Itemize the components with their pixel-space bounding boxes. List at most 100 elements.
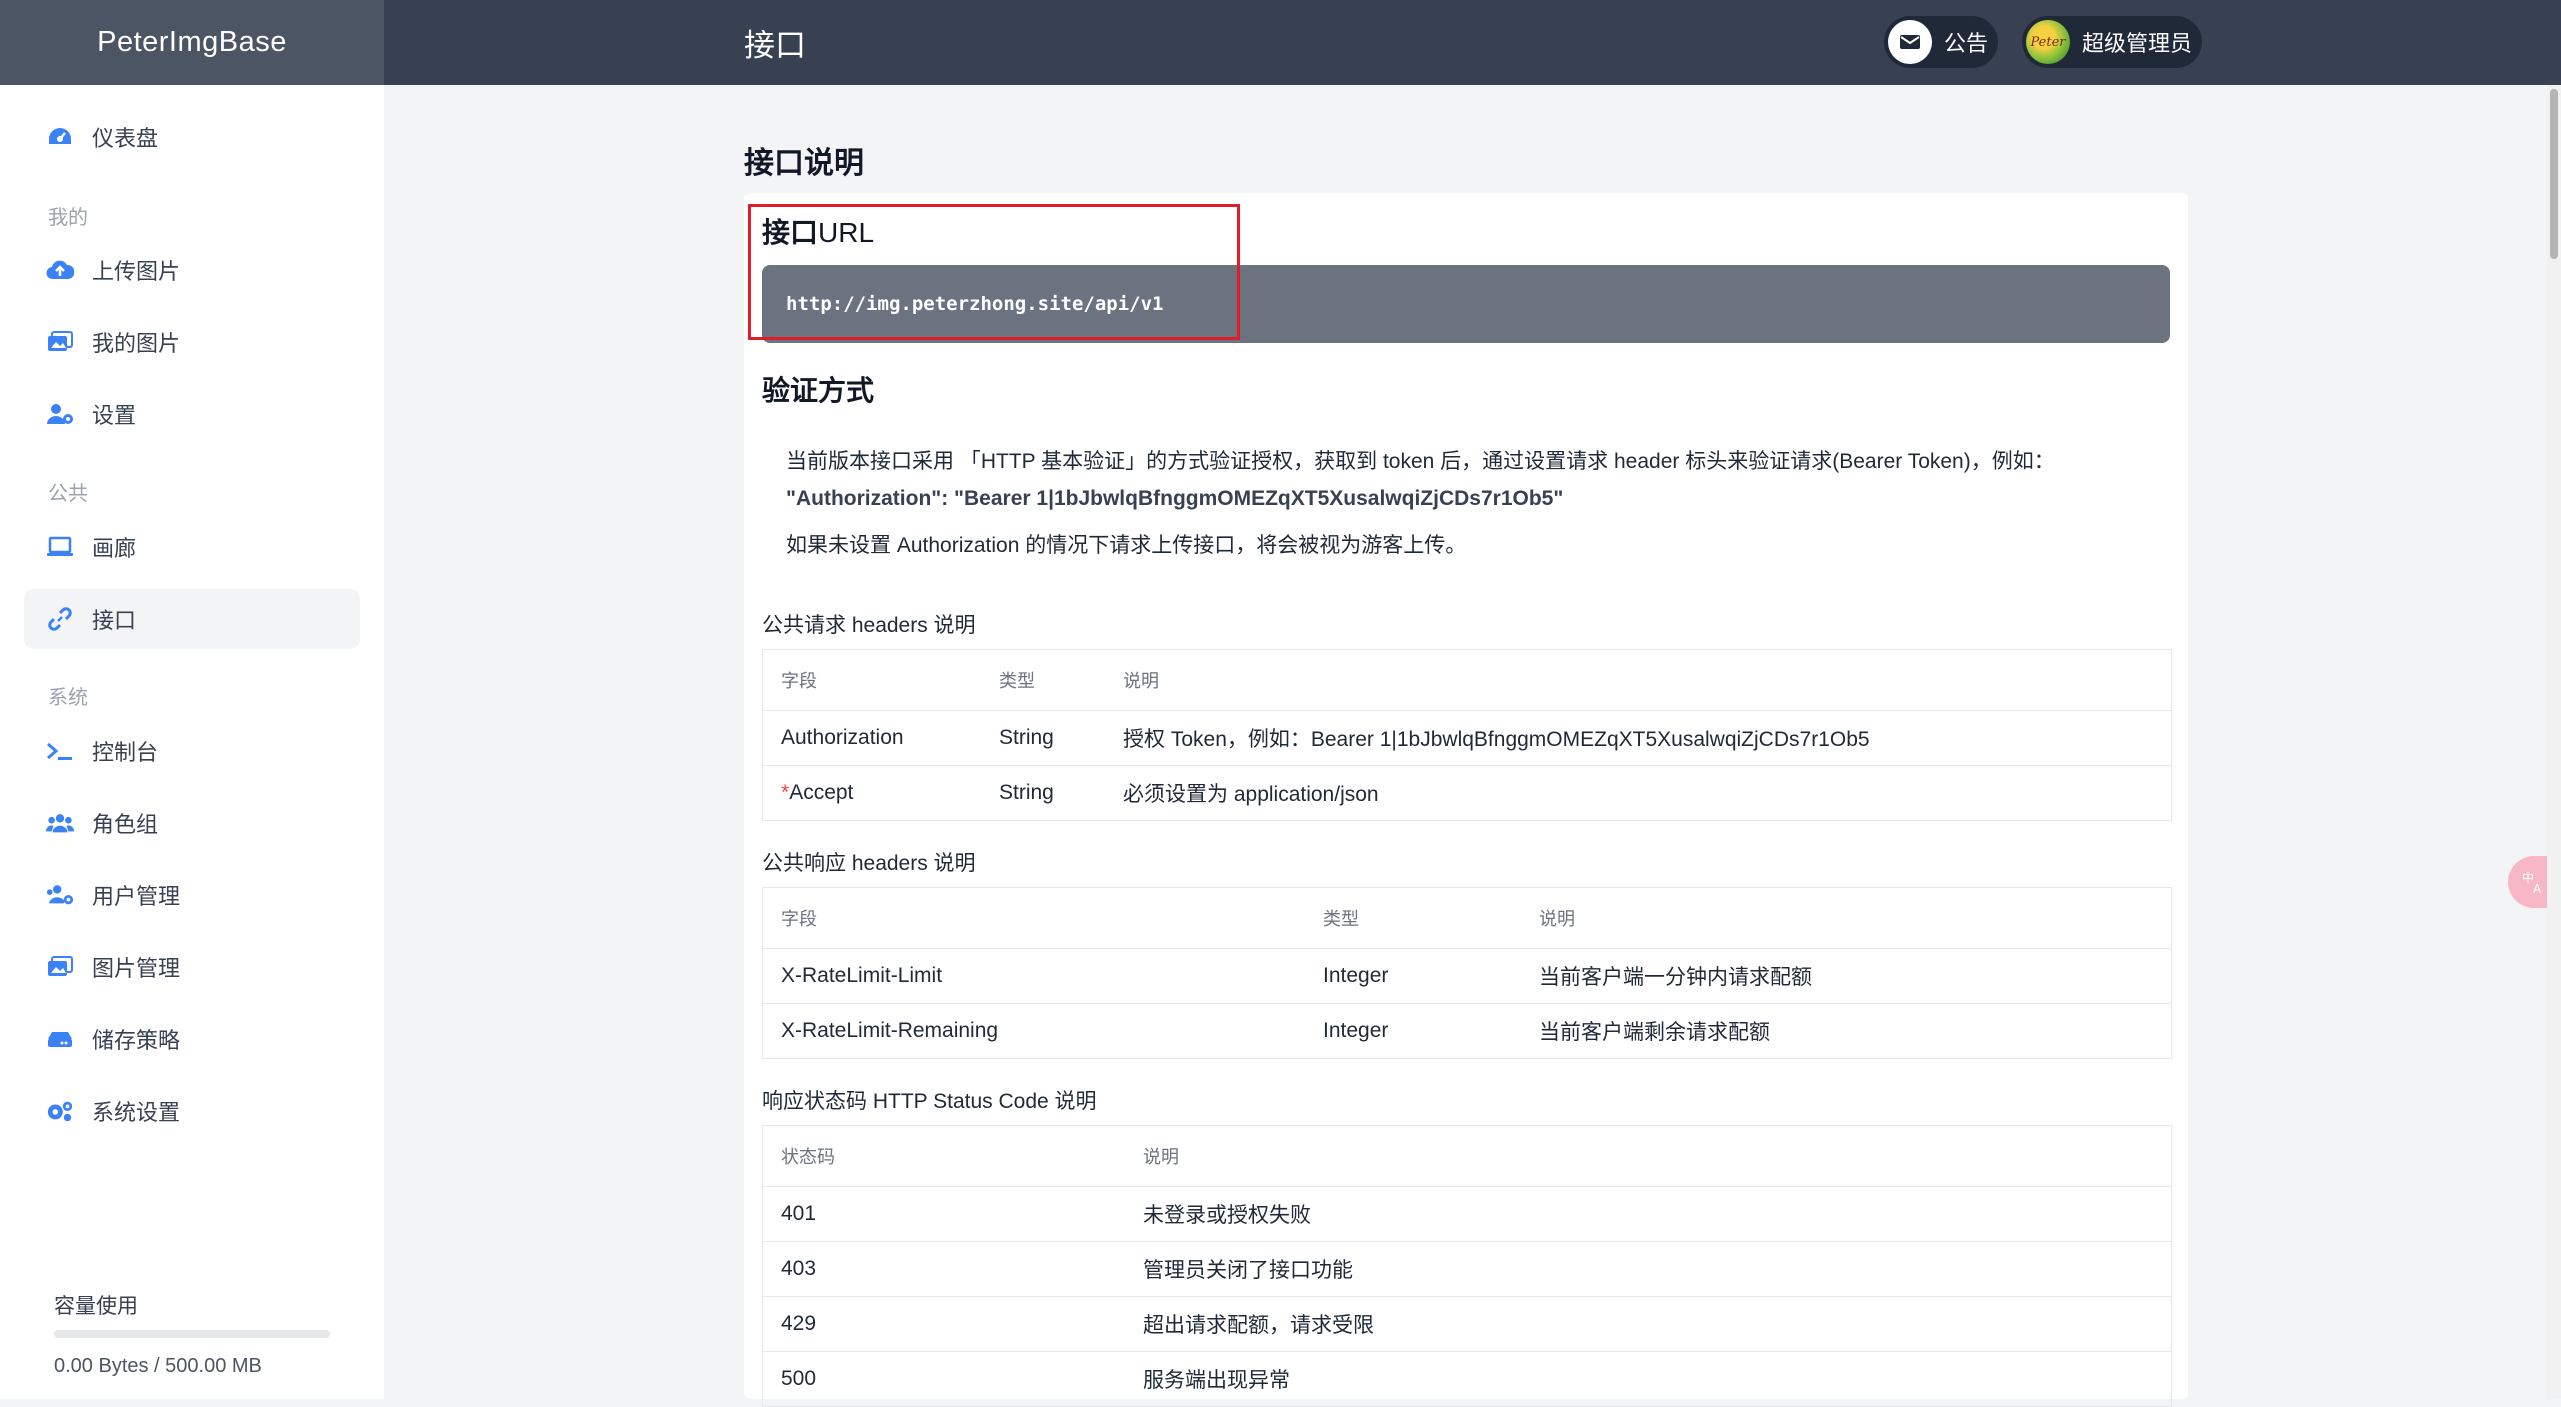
column-header: 状态码 xyxy=(781,1147,835,1167)
sidebar-item-label: 图片管理 xyxy=(92,956,181,981)
dashboard-icon xyxy=(46,123,74,151)
sidebar-item-console[interactable]: 控制台 xyxy=(24,721,360,781)
desc-cell: 当前客户端剩余请求配额 xyxy=(1539,1021,1770,1044)
field-cell: X-RateLimit-Limit xyxy=(781,964,943,987)
user-name-label: 超级管理员 xyxy=(2082,31,2193,56)
column-header: 说明 xyxy=(1539,909,1575,929)
images-icon xyxy=(46,953,74,981)
sidebar-item-label: 上传图片 xyxy=(92,259,181,284)
auth-note: 如果未设置 Authorization 的情况下请求上传接口，将会被视为游客上传… xyxy=(786,534,1467,557)
desc-cell: 授权 Token，例如：Bearer 1|1bJbwlqBfnggmOMEZqX… xyxy=(1123,728,1870,751)
desc-cell: 当前客户端一分钟内请求配额 xyxy=(1539,966,1812,989)
type-cell: String xyxy=(999,781,1054,804)
table-row: 403 管理员关闭了接口功能 xyxy=(763,1242,2171,1297)
column-header: 类型 xyxy=(999,671,1035,691)
sidebar-item-roles[interactable]: 角色组 xyxy=(24,793,360,853)
required-marker: * xyxy=(781,781,790,804)
laptop-icon xyxy=(46,533,74,561)
quota-text: 0.00 Bytes / 500.00 MB xyxy=(54,1355,262,1377)
page-scrollbar[interactable] xyxy=(2547,85,2561,1399)
api-doc-card: 接口URL http://img.peterzhong.site/api/v1 … xyxy=(744,193,2188,1407)
cloud-upload-icon xyxy=(46,256,74,284)
table-row: 401 未登录或授权失败 xyxy=(763,1187,2171,1242)
req-headers-title: 公共请求 headers 说明 xyxy=(762,614,976,637)
users-gear-icon xyxy=(46,881,74,909)
scrollbar-thumb[interactable] xyxy=(2550,89,2558,259)
sidebar-item-system-settings[interactable]: 系统设置 xyxy=(24,1081,360,1141)
code-cell: 500 xyxy=(781,1367,817,1390)
user-gear-icon xyxy=(46,400,74,428)
sidebar-item-api[interactable]: 接口 xyxy=(24,589,360,649)
code-cell: 401 xyxy=(781,1202,817,1225)
field-cell: Authorization xyxy=(781,726,904,749)
column-header: 类型 xyxy=(1323,909,1359,929)
sidebar-item-label: 画廊 xyxy=(92,536,137,561)
sidebar-item-label: 接口 xyxy=(92,608,137,633)
nav-group-system: 系统 xyxy=(48,687,88,709)
sidebar-item-label: 我的图片 xyxy=(92,331,181,356)
sidebar-item-label: 设置 xyxy=(92,403,137,428)
sidebar-item-label: 角色组 xyxy=(92,812,159,837)
nav-group-mine: 我的 xyxy=(48,207,88,229)
resp-headers-title: 公共响应 headers 说明 xyxy=(762,852,976,875)
sidebar-item-label: 控制台 xyxy=(92,740,159,765)
sidebar-item-label: 仪表盘 xyxy=(92,126,159,151)
svg-text:A: A xyxy=(2533,882,2542,896)
sidebar-item-my-images[interactable]: 我的图片 xyxy=(24,312,360,372)
table-row: * Accept String 必须设置为 application/json xyxy=(763,766,2171,820)
sidebar-item-label: 储存策略 xyxy=(92,1028,181,1053)
auth-description: 当前版本接口采用 「HTTP 基本验证」的方式验证授权，获取到 token 后，… xyxy=(786,450,2055,473)
desc-cell: 服务端出现异常 xyxy=(1143,1369,1290,1392)
desc-cell: 超出请求配额，请求受限 xyxy=(1143,1314,1374,1337)
terminal-icon xyxy=(46,737,74,765)
field-cell: * Accept xyxy=(781,781,854,804)
auth-example: "Authorization": "Bearer 1|1bJbwlqBfnggm… xyxy=(786,487,1564,510)
code-cell: 403 xyxy=(781,1257,817,1280)
sidebar-item-settings[interactable]: 设置 xyxy=(24,384,360,444)
envelope-icon xyxy=(1888,20,1932,64)
desc-cell: 必须设置为 application/json xyxy=(1123,783,1379,806)
sidebar-item-label: 系统设置 xyxy=(92,1100,181,1125)
status-codes-table: 状态码 说明 401 未登录或授权失败 403 管理员关闭了接口功能 429 超… xyxy=(762,1125,2172,1407)
quota-progress-bar xyxy=(54,1330,330,1338)
table-row: X-RateLimit-Remaining Integer 当前客户端剩余请求配… xyxy=(763,1004,2171,1058)
table-header-row: 字段 类型 说明 xyxy=(763,650,2171,711)
sidebar-item-dashboard[interactable]: 仪表盘 xyxy=(24,107,360,167)
sidebar-item-gallery[interactable]: 画廊 xyxy=(24,517,360,577)
table-row: Authorization String 授权 Token，例如：Bearer … xyxy=(763,711,2171,766)
status-codes-title: 响应状态码 HTTP Status Code 说明 xyxy=(762,1090,1097,1113)
sidebar: 仪表盘 我的 上传图片 我的图片 设置 公共 画廊 接口 系统 控制台 角色组 … xyxy=(0,85,384,1399)
sidebar-item-image-management[interactable]: 图片管理 xyxy=(24,937,360,997)
req-headers-table: 字段 类型 说明 Authorization String 授权 Token，例… xyxy=(762,649,2172,821)
notice-label: 公告 xyxy=(1944,31,1989,56)
notice-button[interactable]: 公告 xyxy=(1884,16,1998,68)
column-header: 说明 xyxy=(1123,671,1159,691)
column-header: 字段 xyxy=(781,909,817,929)
sidebar-item-user-management[interactable]: 用户管理 xyxy=(24,865,360,925)
page-title: 接口 xyxy=(744,28,806,63)
auth-heading: 验证方式 xyxy=(762,375,875,406)
brand-logo[interactable]: PeterImgBase xyxy=(0,0,384,85)
table-row: 429 超出请求配额，请求受限 xyxy=(763,1297,2171,1352)
field-cell: X-RateLimit-Remaining xyxy=(781,1019,999,1042)
type-cell: String xyxy=(999,726,1054,749)
table-row: X-RateLimit-Limit Integer 当前客户端一分钟内请求配额 xyxy=(763,949,2171,1004)
link-icon xyxy=(46,605,74,633)
sidebar-item-label: 用户管理 xyxy=(92,884,181,909)
section-title: 接口说明 xyxy=(744,147,864,180)
avatar: Peter xyxy=(2026,20,2070,64)
highlight-box xyxy=(748,204,1240,340)
users-icon xyxy=(46,809,74,837)
column-header: 说明 xyxy=(1143,1147,1179,1167)
column-header: 字段 xyxy=(781,671,817,691)
table-header-row: 字段 类型 说明 xyxy=(763,888,2171,949)
desc-cell: 未登录或授权失败 xyxy=(1143,1204,1311,1227)
desc-cell: 管理员关闭了接口功能 xyxy=(1143,1259,1353,1282)
type-cell: Integer xyxy=(1323,964,1389,987)
quota-title: 容量使用 xyxy=(54,1295,138,1318)
user-menu-button[interactable]: Peter 超级管理员 xyxy=(2022,16,2202,68)
nav-group-public: 公共 xyxy=(48,483,88,505)
sidebar-item-upload[interactable]: 上传图片 xyxy=(24,240,360,300)
top-bar: PeterImgBase 接口 公告 Peter 超级管理员 xyxy=(0,0,2561,85)
sidebar-item-storage-policy[interactable]: 储存策略 xyxy=(24,1009,360,1069)
